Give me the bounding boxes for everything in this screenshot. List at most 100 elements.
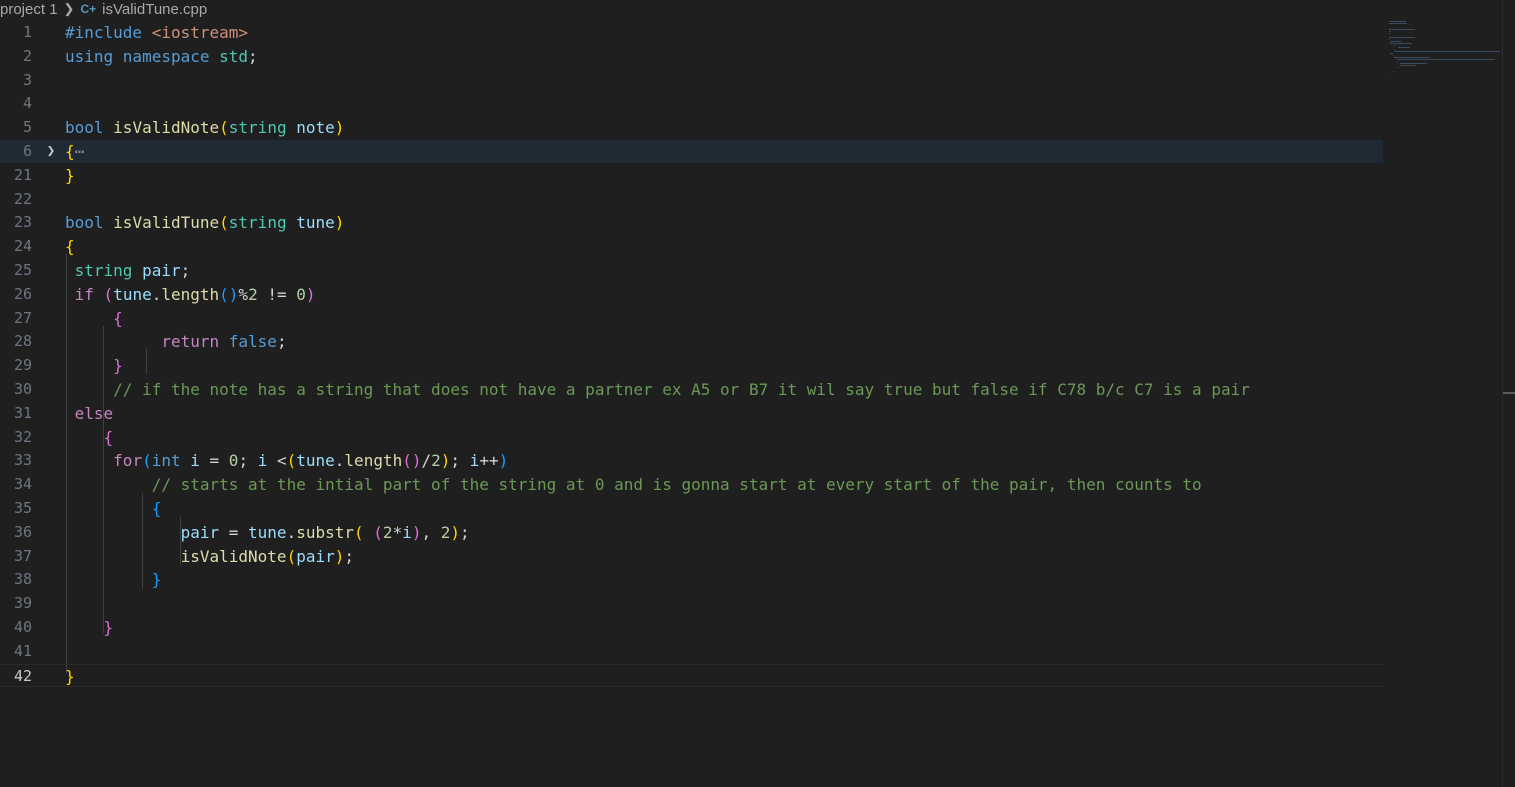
code-line[interactable]: 31 else — [0, 402, 1383, 425]
code-text: {⋯ — [65, 140, 84, 163]
code-token: ; — [450, 451, 470, 471]
code-line[interactable]: 42} — [0, 663, 1383, 688]
code-token: tune — [296, 451, 335, 471]
line-number: 38 — [13, 570, 32, 589]
code-line[interactable]: 35 { — [0, 497, 1383, 520]
code-line[interactable]: 39 — [0, 592, 1383, 615]
breadcrumb-folder[interactable]: project 1 — [0, 1, 58, 18]
code-token: 2 — [431, 451, 441, 471]
code-token: <iostream> — [151, 23, 249, 42]
code-token: tune — [113, 284, 152, 304]
minimap-line — [1389, 37, 1416, 38]
code-token: { — [113, 308, 123, 328]
line-number: 35 — [13, 499, 32, 517]
minimap-line — [1389, 29, 1416, 30]
code-line[interactable]: 2 using namespace std; — [0, 45, 1383, 68]
code-line[interactable]: 6 ❯ {⋯ — [0, 140, 1383, 163]
minimap-line — [1393, 51, 1500, 52]
code-token: ) — [334, 546, 345, 566]
scrollbar-position-marker — [1503, 392, 1515, 394]
line-number: 31 — [13, 403, 32, 422]
line-number: 2 — [22, 46, 32, 65]
code-text: #include <iostream> — [65, 21, 248, 44]
code-line[interactable]: 24 { — [0, 235, 1383, 258]
line-number: 24 — [13, 237, 32, 256]
code-token: 0 — [296, 284, 306, 304]
cpp-file-icon: C+ — [80, 2, 97, 16]
code-token: tune — [248, 522, 287, 542]
breadcrumb-file[interactable]: isValidTune.cpp — [102, 1, 207, 18]
code-text: } — [65, 164, 75, 187]
code-text: // if the note has a string that does no… — [65, 378, 1250, 401]
chevron-right-icon: ❯ — [63, 1, 75, 16]
code-token: != — [257, 284, 297, 304]
code-token: i — [190, 451, 200, 471]
line-number: 25 — [13, 261, 32, 279]
line-number: 32 — [13, 427, 32, 446]
code-text: using namespace std; — [65, 45, 258, 68]
code-token: if — [74, 284, 104, 304]
code-text: pair = tune.substr( (2*i), 2); — [65, 521, 470, 544]
code-line[interactable]: 40 } — [0, 616, 1383, 639]
code-text: bool isValidNote(string note) — [65, 116, 344, 139]
minimap[interactable] — [1389, 21, 1504, 81]
code-token: pair — [296, 546, 335, 566]
code-line[interactable]: 1 #include <iostream> — [0, 21, 1383, 44]
code-editor[interactable]: 1 #include <iostream> 2 using namespace std… — [0, 21, 1385, 721]
code-line[interactable]: 28 return false; — [0, 330, 1383, 353]
code-token: length — [161, 284, 220, 304]
code-token: ; — [238, 451, 258, 471]
chevron-right-icon[interactable]: ❯ — [44, 140, 58, 163]
code-line[interactable]: 30 // if the note has a string that does… — [0, 378, 1383, 401]
code-line[interactable]: 29 } — [0, 354, 1383, 377]
code-text: } — [65, 354, 123, 377]
code-line[interactable]: 27 { — [0, 307, 1383, 330]
code-token: } — [113, 356, 123, 376]
code-line[interactable]: 5 bool isValidNote(string note) — [0, 116, 1383, 139]
code-line[interactable]: 32 { — [0, 426, 1383, 449]
code-token: isValidTune — [113, 213, 220, 233]
code-line[interactable]: 26 if (tune.length()%2 != 0) — [0, 283, 1383, 306]
line-number: 28 — [13, 332, 32, 351]
code-token: tune — [296, 213, 335, 233]
code-line[interactable]: 34 // starts at the intial part of the s… — [0, 473, 1383, 496]
code-token: ; — [248, 46, 258, 66]
code-token: . — [286, 522, 297, 542]
line-number: 27 — [13, 308, 32, 327]
code-line[interactable]: 41 — [0, 640, 1383, 663]
code-line[interactable]: 38 } — [0, 568, 1383, 591]
code-text: } — [65, 568, 162, 591]
code-line[interactable]: 33 for(int i = 0; i <(tune.length()/2); … — [0, 449, 1383, 472]
minimap-line — [1399, 65, 1416, 66]
code-token: substr — [296, 522, 354, 542]
code-token: ++ — [479, 451, 499, 471]
line-number: 26 — [13, 284, 32, 303]
minimap-line — [1397, 59, 1496, 60]
code-line[interactable]: 3 — [0, 69, 1383, 92]
code-token: { — [65, 237, 75, 257]
code-line[interactable]: 21} — [0, 164, 1383, 187]
code-token: string — [74, 261, 143, 280]
code-line[interactable]: 25 string pair; — [0, 259, 1383, 282]
code-line[interactable]: 4 — [0, 92, 1383, 115]
code-text: string pair; — [65, 259, 191, 282]
code-token: ( — [354, 522, 364, 542]
code-line[interactable]: 37 isValidNote(pair); — [0, 545, 1383, 568]
code-token: ) — [334, 118, 345, 138]
code-token: ( — [142, 451, 152, 471]
code-line[interactable]: 36 pair = tune.substr( (2*i), 2); — [0, 521, 1383, 544]
code-text: } — [65, 665, 75, 688]
code-line[interactable]: 22 — [0, 188, 1383, 211]
code-line[interactable]: 23 bool isValidTune(string tune) — [0, 211, 1383, 234]
code-token: () — [402, 451, 422, 471]
code-token: bool — [65, 213, 114, 233]
code-token: ( — [219, 118, 229, 138]
code-text: { — [65, 307, 123, 330]
code-token: ; — [460, 522, 470, 542]
